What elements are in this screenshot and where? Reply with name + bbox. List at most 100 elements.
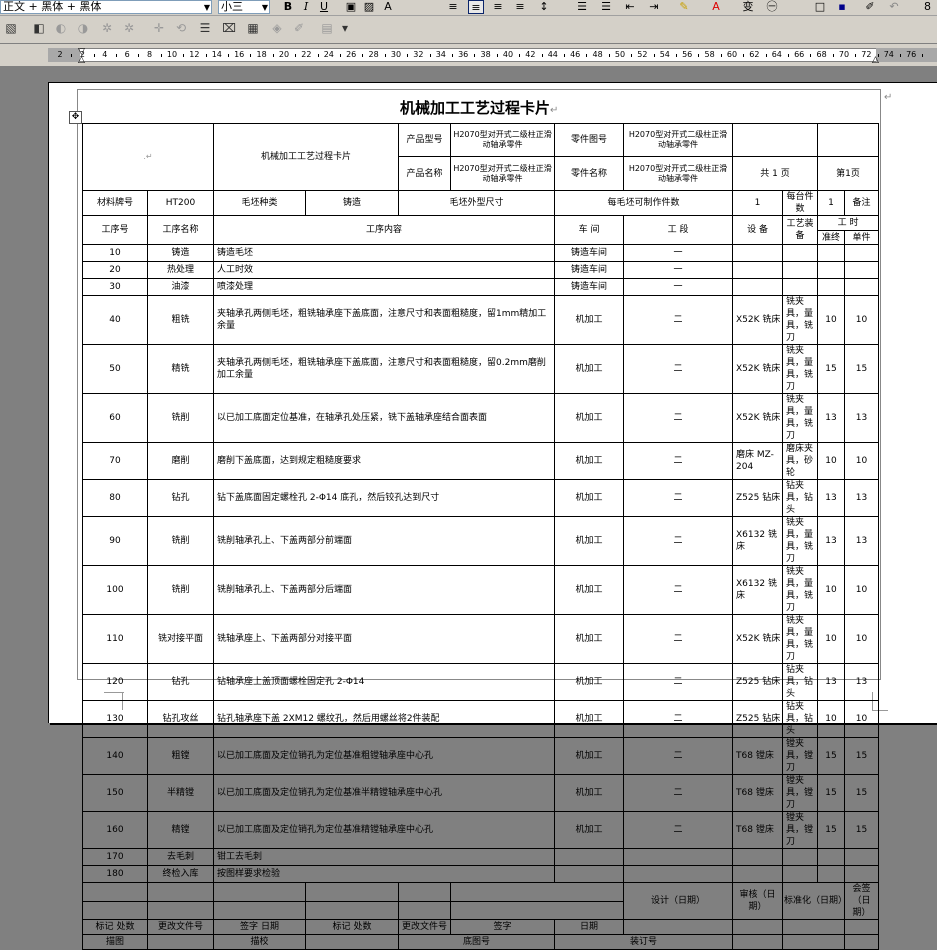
table-row: 110 铣对接平面 铣轴承座上、下盖两部分对接平面 机加工二 X52K 铣床 铣夹具，量具… xyxy=(82,614,880,664)
paragraph-mark: ↵ xyxy=(884,92,893,103)
cell-workshop: 机加工 xyxy=(554,565,625,615)
numbering-button[interactable]: ☰ xyxy=(574,0,590,14)
font-color-button[interactable]: A xyxy=(708,0,724,14)
ruler-tick xyxy=(698,54,700,57)
crop-icon[interactable]: ✛ xyxy=(150,19,168,37)
sign-cell xyxy=(82,900,148,920)
sign-cell xyxy=(213,882,306,902)
ruler-tick xyxy=(205,54,207,57)
chevron-down-icon[interactable]: ▼ xyxy=(262,2,268,13)
char-border-button[interactable]: ▣ xyxy=(343,0,359,14)
undo-button[interactable]: ↶ xyxy=(886,0,902,14)
tracing-label: 描校 xyxy=(213,934,306,950)
cell-equipment xyxy=(732,244,784,262)
phonetic-guide-button[interactable]: 变 xyxy=(740,0,756,14)
cell-no: 170 xyxy=(82,848,148,866)
image-control-icon[interactable]: ◧ xyxy=(30,19,48,37)
save-button[interactable]: ▪ xyxy=(834,0,850,14)
material-grade-value: HT200 xyxy=(147,190,214,216)
highlight-button[interactable]: ✎ xyxy=(676,0,692,14)
cell-no: 50 xyxy=(82,344,148,394)
font-size-dropdown[interactable]: 小三 ▼ xyxy=(218,0,270,14)
standard-date-label: 标准化（日期） xyxy=(782,882,846,920)
line-spacing-button[interactable]: ↕ xyxy=(536,0,552,14)
ruler-tick-label: 42 xyxy=(525,50,536,59)
text-wrapping-icon[interactable]: ▦ xyxy=(244,19,262,37)
ruler-tick xyxy=(317,54,319,57)
cell-unit: 15 xyxy=(844,344,880,394)
ruler-tick xyxy=(720,54,722,57)
reset-picture-icon[interactable]: ▤ xyxy=(318,19,336,37)
less-brightness-icon[interactable]: ✲ xyxy=(120,19,138,37)
mark-label: 标记 处数 xyxy=(82,919,148,935)
cell-tooling: 铣夹具，量具，铣刀 xyxy=(782,565,819,615)
cell-section: 二 xyxy=(623,344,734,394)
ruler-tick-label: 46 xyxy=(570,50,581,59)
cell-prep xyxy=(817,865,846,883)
ruler-tick xyxy=(183,54,185,57)
bullets-button[interactable]: ☰ xyxy=(598,0,614,14)
set-transparent-color-icon[interactable]: ✐ xyxy=(290,19,308,37)
ruler-tick-label: 52 xyxy=(637,50,648,59)
align-right-button[interactable]: ≡ xyxy=(490,0,506,14)
toolbar-options-icon[interactable]: ▾ xyxy=(340,19,350,37)
cell-workshop: 机加工 xyxy=(554,442,625,480)
ruler-tick xyxy=(340,54,341,57)
ruler-tick-label: 6 xyxy=(124,50,130,59)
new-document-button[interactable]: □ xyxy=(812,0,828,14)
more-brightness-icon[interactable]: ✲ xyxy=(98,19,116,37)
cell-tooling: 铣夹具，量具，铣刀 xyxy=(782,614,819,664)
ruler-tick xyxy=(496,54,498,57)
more-contrast-icon[interactable]: ◐ xyxy=(52,19,70,37)
mark-label-2: 标记 处数 xyxy=(304,919,400,935)
product-name-value: H2070型对开式二级柱正滑动轴承零件 xyxy=(450,156,556,191)
blank-size-label: 毛坯外型尺寸 xyxy=(398,190,556,216)
insert-picture-icon[interactable]: ▧ xyxy=(2,19,20,37)
char-scale-button[interactable]: A xyxy=(380,0,396,14)
chevron-down-icon[interactable]: ▼ xyxy=(204,2,210,13)
ruler-tick xyxy=(93,54,95,57)
char-shading-button[interactable]: ▨ xyxy=(361,0,377,14)
cell-content: 以已加工底面及定位销孔为定位基准半精镗轴承座中心孔 xyxy=(212,774,556,812)
cell-prep: 10 xyxy=(817,565,846,615)
cell-name: 热处理 xyxy=(147,261,214,279)
zoom-value[interactable]: 8 xyxy=(918,0,937,14)
align-left-button[interactable]: ≡ xyxy=(445,0,461,14)
decrease-indent-button[interactable]: ⇤ xyxy=(622,0,638,14)
cell-unit: 15 xyxy=(844,737,880,775)
align-center-button[interactable]: ≡ xyxy=(468,0,484,14)
right-indent-marker[interactable]: △ xyxy=(872,55,879,65)
style-dropdown[interactable]: 正文 + 黑体 + 黑体 ▼ xyxy=(0,0,212,14)
picture-toolbar: ▧ ◧ ◐ ◑ ✲ ✲ ✛ ⟲ ☰ ⌧ ▦ ◈ ✐ ▤ ▾ xyxy=(0,16,937,44)
ruler-tick-label: 28 xyxy=(368,50,379,59)
cell-unit xyxy=(844,278,880,296)
cell-prep: 13 xyxy=(817,393,846,443)
ruler-tick xyxy=(810,54,812,57)
cell-name: 终检入库 xyxy=(147,865,214,883)
less-contrast-icon[interactable]: ◑ xyxy=(74,19,92,37)
horizontal-ruler[interactable]: 2 2 4 6 8 10 12 14 16 18 20 22 24 26 28 30 32 34 36 38 40 42 4… xyxy=(0,44,937,66)
increase-indent-button[interactable]: ⇥ xyxy=(646,0,662,14)
enclose-char-button[interactable]: ㊀ xyxy=(764,0,780,14)
cell-equipment: X6132 铣床 xyxy=(732,565,784,615)
ruler-tick xyxy=(429,54,431,57)
cell-section: 二 xyxy=(623,614,734,664)
italic-button[interactable]: I xyxy=(298,0,314,14)
compress-picture-icon[interactable]: ⌧ xyxy=(220,19,238,37)
signature-date-label: 签字 日期 xyxy=(213,919,306,935)
justify-button[interactable]: ≡ xyxy=(512,0,528,14)
bold-button[interactable]: B xyxy=(280,0,296,14)
per-unit-value: 1 xyxy=(817,190,846,216)
left-indent-marker[interactable]: △ xyxy=(78,55,85,65)
line-style-icon[interactable]: ☰ xyxy=(196,19,214,37)
underline-button[interactable]: U xyxy=(316,0,332,14)
product-name-label: 产品名称 xyxy=(398,156,452,191)
format-painter-button[interactable]: ✐ xyxy=(862,0,878,14)
cell-tooling: 镗夹具，镗刀 xyxy=(782,811,819,849)
change-doc-label-2: 更改文件号 xyxy=(398,919,452,935)
rotate-icon[interactable]: ⟲ xyxy=(172,19,190,37)
cell-tooling: 钻夹具，钻头 xyxy=(782,700,819,738)
table-move-handle-icon[interactable]: ✥ xyxy=(69,111,82,124)
format-picture-icon[interactable]: ◈ xyxy=(268,19,286,37)
cell-prep: 15 xyxy=(817,774,846,812)
